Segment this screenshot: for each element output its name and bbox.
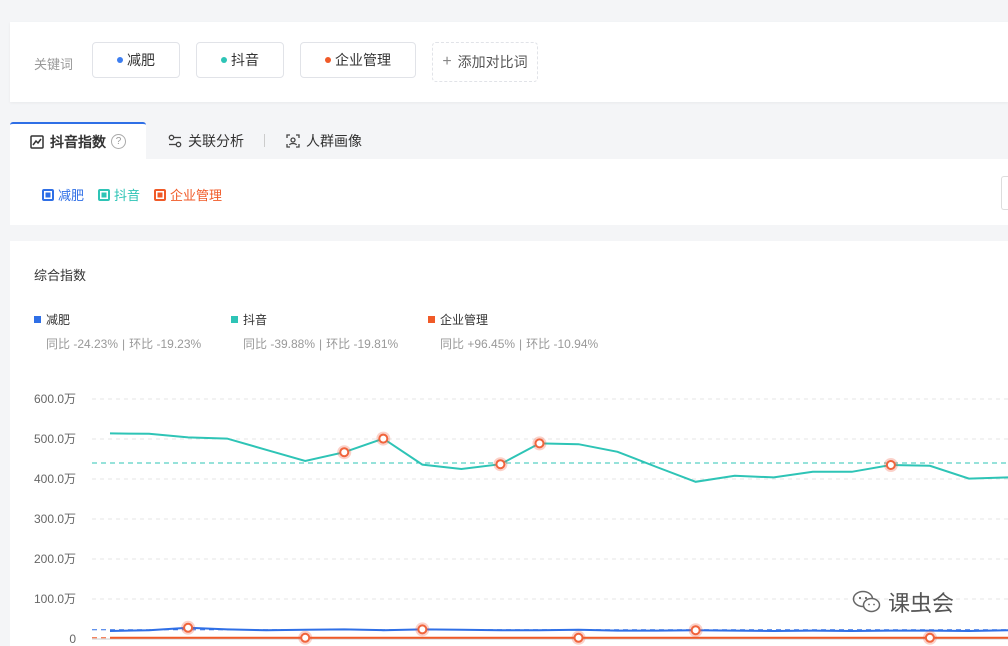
tab-douyin-index[interactable]: 抖音指数 ?	[10, 122, 146, 159]
keyword-dot-icon	[117, 57, 123, 63]
trend-chart-icon	[30, 134, 44, 149]
help-icon[interactable]: ?	[111, 134, 126, 149]
keyword-dot-icon	[325, 57, 331, 63]
y-tick-label: 400.0万	[34, 472, 76, 486]
keyword-chip-qiyeguanli[interactable]: 企业管理	[300, 42, 416, 78]
keyword-chip-label: 抖音	[231, 52, 259, 68]
checkbox-icon	[42, 188, 54, 201]
filter-label: 企业管理	[170, 188, 223, 203]
y-tick-label: 600.0万	[34, 392, 76, 406]
y-axis-ticks: 0 100.0万 200.0万 300.0万 400.0万 500.0万 600.0万	[34, 392, 76, 646]
add-compare-word-label: 添加对比词	[457, 54, 528, 70]
filter-label: 抖音	[114, 188, 141, 203]
tab-label: 抖音指数	[50, 133, 106, 150]
highlight-point[interactable]	[885, 460, 896, 470]
highlight-point[interactable]	[417, 624, 428, 635]
tab-label: 关联分析	[188, 132, 244, 149]
y-tick-label: 300.0万	[34, 512, 76, 526]
keyword-chip-label: 减肥	[127, 52, 155, 68]
highlight-point[interactable]	[339, 447, 350, 458]
y-tick-label: 500.0万	[34, 432, 76, 446]
keyword-card: 关键词 减肥 抖音 企业管理 + 添加对比词	[10, 22, 1008, 102]
series-line[interactable]	[109, 626, 1008, 633]
tab-label: 人群画像	[306, 132, 362, 149]
y-tick-label: 0	[69, 632, 76, 646]
date-picker-edge[interactable]	[1001, 176, 1008, 210]
portrait-icon	[286, 133, 300, 148]
checkbox-icon	[154, 188, 166, 201]
tab-relation-analysis[interactable]: 关联分析	[168, 122, 244, 159]
keyword-label: 关键词	[34, 57, 74, 72]
watermark: 课虫会	[852, 586, 954, 618]
filter-checkbox-qiyeguanli[interactable]: 企业管理	[154, 185, 222, 204]
tab-crowd-portrait[interactable]: 人群画像	[286, 122, 362, 159]
wechat-icon	[852, 590, 881, 613]
highlight-point[interactable]	[378, 433, 389, 444]
keyword-chip-label: 企业管理	[335, 52, 391, 68]
highlight-points	[181, 431, 937, 645]
watermark-text: 课虫会	[888, 591, 955, 616]
highlight-point[interactable]	[495, 459, 506, 470]
series-filter-card: 减肥 抖音 企业管理	[10, 159, 1008, 225]
tab-divider	[264, 134, 265, 147]
highlight-point[interactable]	[183, 622, 194, 633]
checkbox-icon	[98, 188, 110, 201]
y-tick-label: 200.0万	[34, 552, 76, 566]
filter-label: 减肥	[58, 188, 85, 203]
highlight-point[interactable]	[573, 632, 584, 643]
keyword-chip-jianfei[interactable]: 减肥	[92, 42, 180, 78]
highlight-point[interactable]	[924, 632, 935, 643]
filter-checkbox-douyin[interactable]: 抖音	[98, 185, 140, 204]
y-tick-label: 100.0万	[34, 592, 76, 606]
keyword-chip-douyin[interactable]: 抖音	[196, 42, 284, 78]
highlight-point[interactable]	[300, 632, 311, 643]
relation-icon	[168, 134, 182, 147]
plus-icon: +	[442, 53, 452, 70]
keyword-dot-icon	[221, 57, 227, 63]
highlight-point[interactable]	[534, 438, 545, 449]
highlight-point[interactable]	[690, 625, 701, 636]
series-line[interactable]	[109, 432, 1008, 483]
filter-checkbox-jianfei[interactable]: 减肥	[42, 185, 84, 204]
add-compare-word-button[interactable]: + 添加对比词	[432, 42, 538, 82]
